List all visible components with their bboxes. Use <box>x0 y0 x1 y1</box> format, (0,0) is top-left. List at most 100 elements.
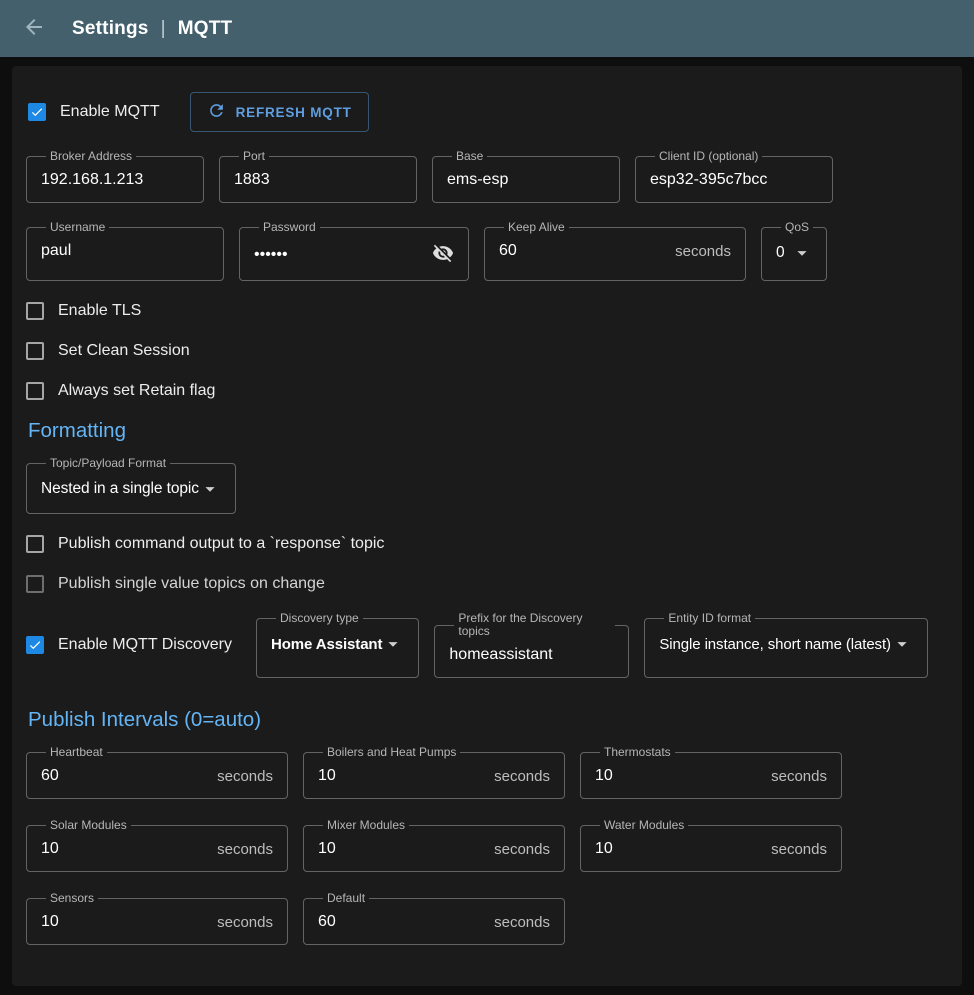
heartbeat-interval-value: 60 <box>41 767 59 785</box>
boilers-interval-unit: seconds <box>494 768 550 785</box>
client-id-label: Client ID (optional) <box>655 150 762 163</box>
connection-options: Enable TLS Set Clean Session Always set … <box>26 299 948 403</box>
topic-payload-format-label: Topic/Payload Format <box>46 457 170 470</box>
boilers-interval-field[interactable]: Boilers and Heat Pumps 10 seconds <box>303 746 565 799</box>
page-title-separator: | <box>161 18 166 40</box>
broker-address-label: Broker Address <box>46 150 136 163</box>
checkbox-checked-icon <box>28 103 46 121</box>
checkbox-unchecked-icon <box>26 302 44 320</box>
enable-mqtt-row: Enable MQTT REFRESH MQTT <box>28 92 948 132</box>
caret-down-icon <box>382 633 404 655</box>
refresh-icon <box>207 101 226 123</box>
discovery-type-value: Home Assistant <box>271 636 382 653</box>
publish-single-value-checkbox[interactable]: Publish single value topics on change <box>26 572 948 596</box>
water-interval-value: 10 <box>595 840 613 858</box>
enable-mqtt-discovery-checkbox[interactable]: Enable MQTT Discovery <box>26 633 232 657</box>
entity-id-format-select[interactable]: Entity ID format Single instance, short … <box>644 612 928 678</box>
arrow-left-icon <box>22 15 46 42</box>
formatting-heading: Formatting <box>28 419 948 443</box>
caret-down-icon <box>791 242 813 264</box>
topic-format-row: Topic/Payload Format Nested in a single … <box>26 457 948 514</box>
thermostats-interval-unit: seconds <box>771 768 827 785</box>
discovery-prefix-field[interactable]: Prefix for the Discovery topics homeassi… <box>434 612 629 678</box>
set-clean-session-checkbox[interactable]: Set Clean Session <box>26 339 948 363</box>
password-label: Password <box>259 221 320 234</box>
enable-tls-label: Enable TLS <box>58 302 141 320</box>
set-clean-session-label: Set Clean Session <box>58 342 190 360</box>
thermostats-interval-value: 10 <box>595 767 613 785</box>
page-title-primary: Settings <box>72 18 149 40</box>
heartbeat-interval-label: Heartbeat <box>46 746 107 759</box>
eye-off-icon <box>432 242 454 267</box>
app-header: Settings | MQTT <box>0 0 974 57</box>
client-id-field[interactable]: Client ID (optional) esp32-395c7bcc <box>635 150 833 203</box>
port-label: Port <box>239 150 269 163</box>
qos-select[interactable]: QoS 0 <box>761 221 827 281</box>
keep-alive-value: 60 <box>499 242 517 260</box>
thermostats-interval-field[interactable]: Thermostats 10 seconds <box>580 746 842 799</box>
username-field[interactable]: Username paul <box>26 221 224 281</box>
qos-label: QoS <box>781 221 813 234</box>
thermostats-interval-label: Thermostats <box>600 746 675 759</box>
discovery-row: Enable MQTT Discovery Discovery type Hom… <box>26 612 948 678</box>
sensors-interval-value: 10 <box>41 913 59 931</box>
keep-alive-field[interactable]: Keep Alive 60 seconds <box>484 221 746 281</box>
water-interval-unit: seconds <box>771 841 827 858</box>
water-interval-field[interactable]: Water Modules 10 seconds <box>580 819 842 872</box>
boilers-interval-label: Boilers and Heat Pumps <box>323 746 460 759</box>
sensors-interval-unit: seconds <box>217 914 273 931</box>
keep-alive-label: Keep Alive <box>504 221 569 234</box>
broker-fields-row: Broker Address 192.168.1.213 Port 1883 B… <box>26 150 948 203</box>
retain-flag-checkbox[interactable]: Always set Retain flag <box>26 379 948 403</box>
refresh-mqtt-button[interactable]: REFRESH MQTT <box>190 92 369 132</box>
port-field[interactable]: Port 1883 <box>219 150 417 203</box>
discovery-prefix-value: homeassistant <box>449 646 552 664</box>
enable-tls-checkbox[interactable]: Enable TLS <box>26 299 948 323</box>
refresh-mqtt-button-label: REFRESH MQTT <box>236 105 352 120</box>
solar-interval-label: Solar Modules <box>46 819 131 832</box>
base-label: Base <box>452 150 487 163</box>
caret-down-icon <box>199 478 221 500</box>
heartbeat-interval-unit: seconds <box>217 768 273 785</box>
toggle-password-visibility-button[interactable] <box>432 242 454 267</box>
topic-payload-format-select[interactable]: Topic/Payload Format Nested in a single … <box>26 457 236 514</box>
solar-interval-value: 10 <box>41 840 59 858</box>
heartbeat-interval-field[interactable]: Heartbeat 60 seconds <box>26 746 288 799</box>
entity-id-format-value: Single instance, short name (latest) <box>659 636 891 653</box>
back-button[interactable] <box>20 13 48 44</box>
base-value: ems-esp <box>447 171 508 189</box>
water-interval-label: Water Modules <box>600 819 688 832</box>
credentials-fields-row: Username paul Password •••••• Keep Alive… <box>26 221 948 281</box>
mixer-interval-value: 10 <box>318 840 336 858</box>
mixer-interval-unit: seconds <box>494 841 550 858</box>
enable-mqtt-checkbox[interactable]: Enable MQTT <box>28 100 160 124</box>
client-id-value: esp32-395c7bcc <box>650 171 767 189</box>
discovery-type-select[interactable]: Discovery type Home Assistant <box>256 612 419 678</box>
publish-intervals-grid: Heartbeat 60 seconds Boilers and Heat Pu… <box>26 746 948 945</box>
sensors-interval-field[interactable]: Sensors 10 seconds <box>26 892 288 945</box>
checkbox-checked-icon <box>26 636 44 654</box>
broker-address-field[interactable]: Broker Address 192.168.1.213 <box>26 150 204 203</box>
default-interval-label: Default <box>323 892 369 905</box>
discovery-prefix-label: Prefix for the Discovery topics <box>454 612 615 638</box>
base-field[interactable]: Base ems-esp <box>432 150 620 203</box>
publish-options: Publish command output to a `response` t… <box>26 532 948 596</box>
checkbox-unchecked-icon <box>26 342 44 360</box>
mixer-interval-label: Mixer Modules <box>323 819 409 832</box>
mqtt-settings-card: Enable MQTT REFRESH MQTT Broker Address … <box>12 66 962 986</box>
keep-alive-unit: seconds <box>675 243 731 260</box>
default-interval-field[interactable]: Default 60 seconds <box>303 892 565 945</box>
publish-response-checkbox[interactable]: Publish command output to a `response` t… <box>26 532 948 556</box>
checkbox-unchecked-icon <box>26 575 44 593</box>
solar-interval-unit: seconds <box>217 841 273 858</box>
solar-interval-field[interactable]: Solar Modules 10 seconds <box>26 819 288 872</box>
password-field[interactable]: Password •••••• <box>239 221 469 281</box>
broker-address-value: 192.168.1.213 <box>41 171 143 189</box>
username-label: Username <box>46 221 109 234</box>
page-title: Settings | MQTT <box>72 18 232 40</box>
page-title-secondary: MQTT <box>178 18 233 40</box>
entity-id-format-label: Entity ID format <box>664 612 755 625</box>
mixer-interval-field[interactable]: Mixer Modules 10 seconds <box>303 819 565 872</box>
boilers-interval-value: 10 <box>318 767 336 785</box>
checkbox-unchecked-icon <box>26 535 44 553</box>
